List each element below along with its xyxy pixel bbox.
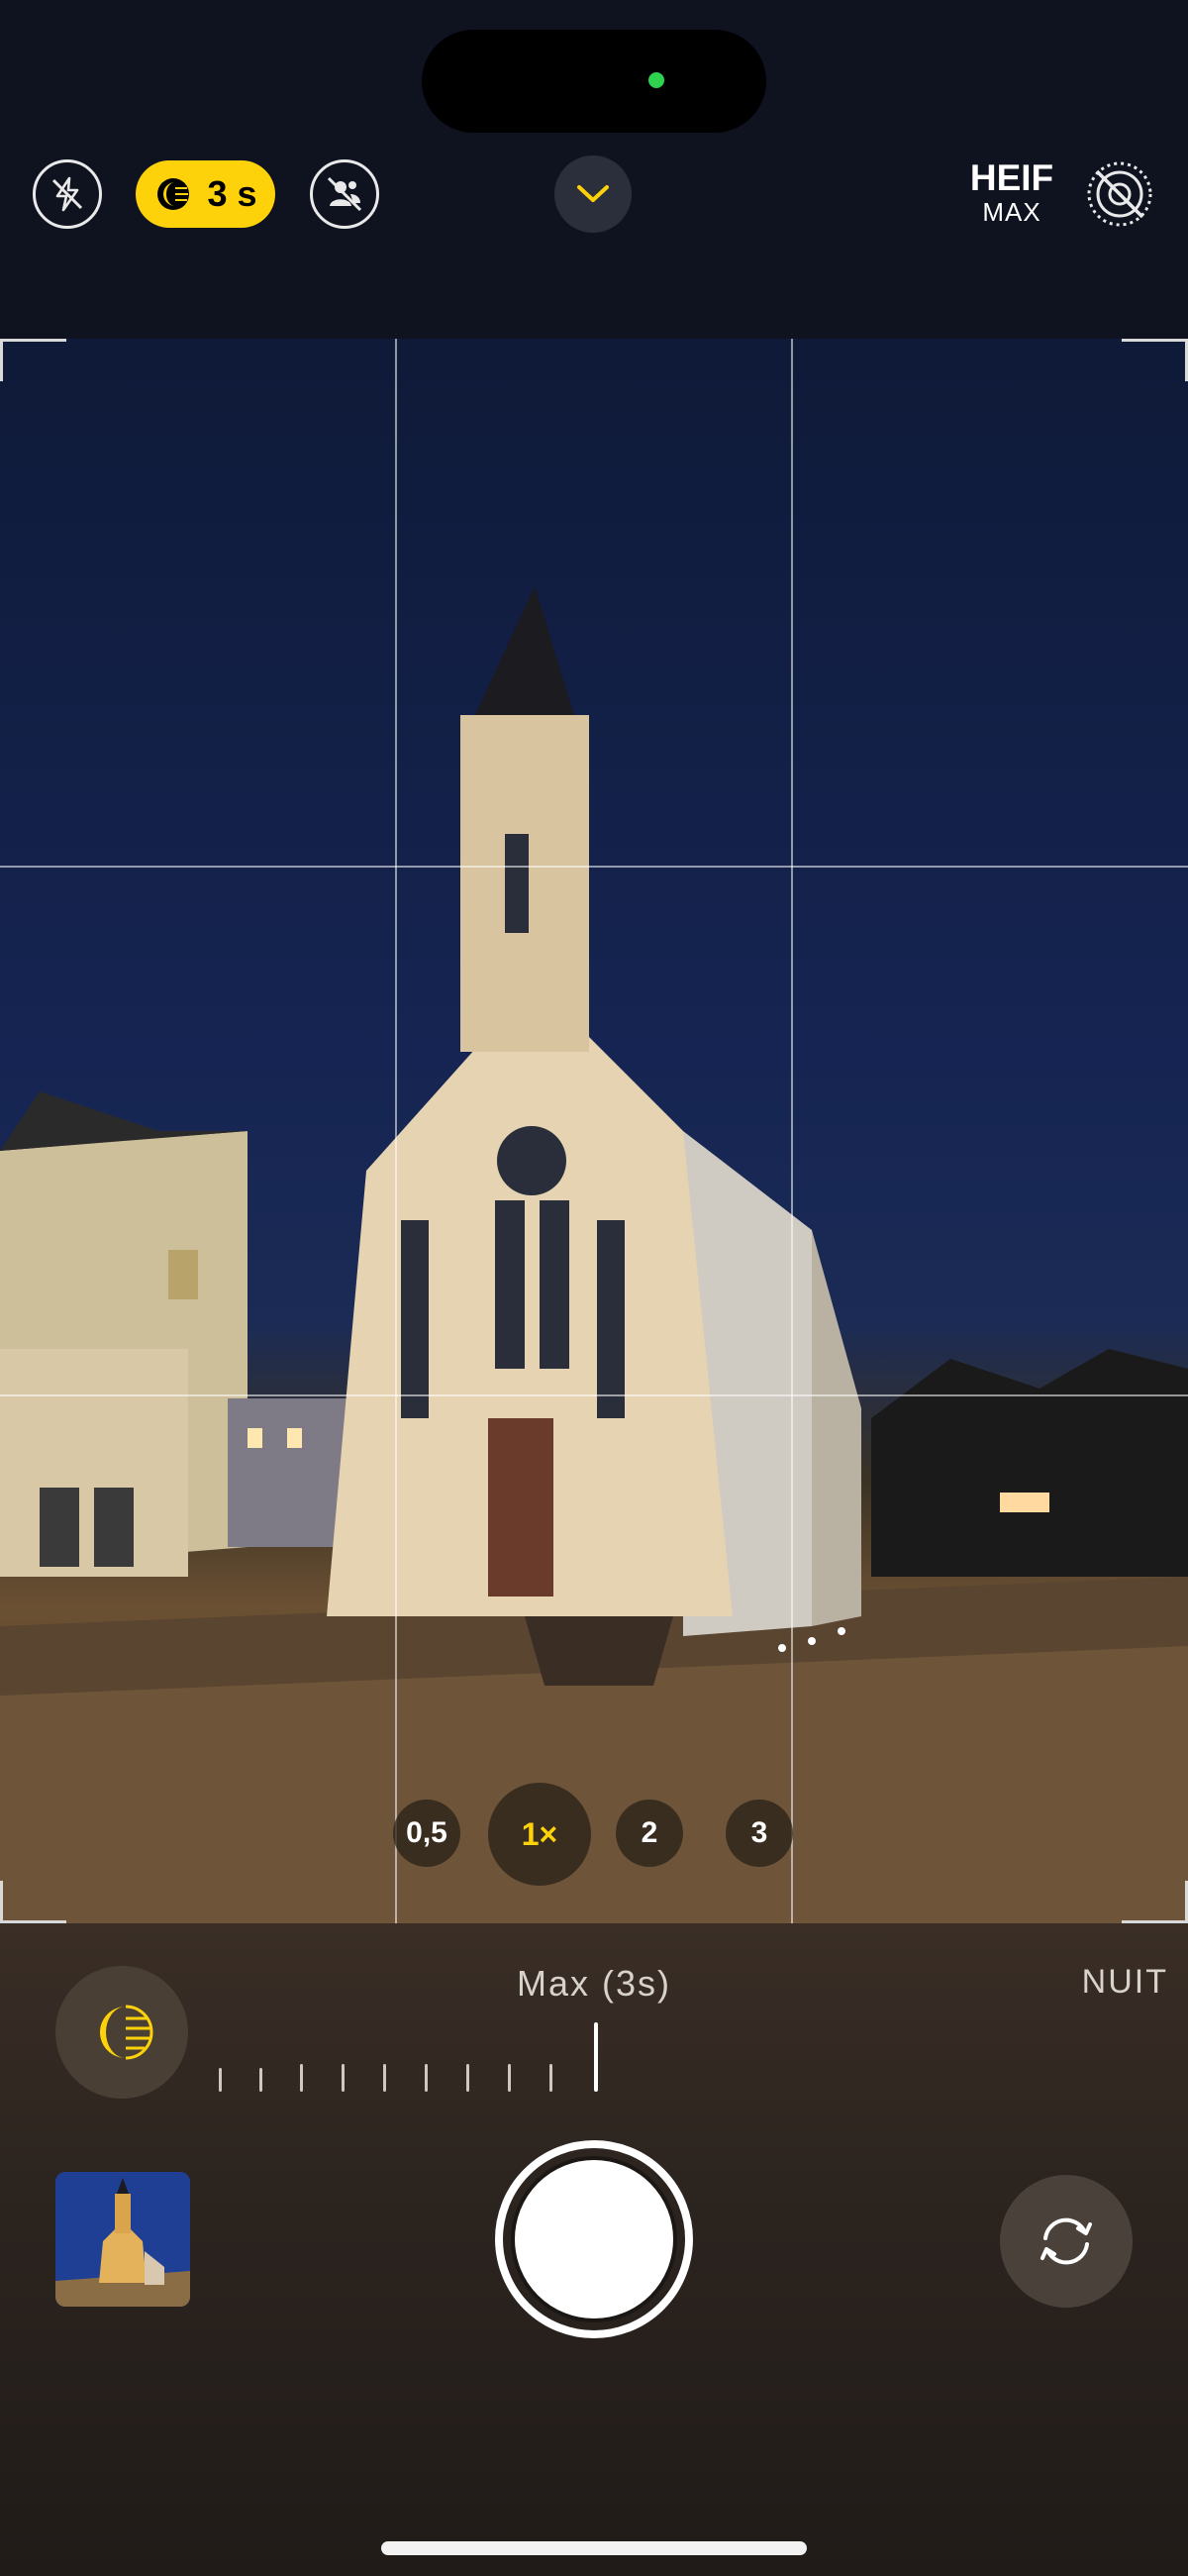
slider-tick [508, 2064, 511, 2092]
exposure-slider[interactable] [213, 2020, 609, 2100]
slider-indicator [594, 2022, 598, 2092]
home-indicator[interactable] [381, 2541, 807, 2555]
last-photo-thumbnail[interactable] [55, 2172, 190, 2307]
flip-camera-button[interactable] [1000, 2175, 1133, 2308]
shutter-inner [511, 2156, 677, 2322]
frame-corner-top-right [1122, 339, 1188, 381]
slider-tick [383, 2064, 386, 2092]
frame-corner-top-left [0, 339, 66, 381]
slider-tick [425, 2064, 428, 2092]
format-sublabel: MAX [982, 197, 1041, 227]
night-mode-toggle-button[interactable] [55, 1966, 188, 2099]
camera-flip-icon [1040, 2217, 1092, 2265]
night-mode-icon [100, 2005, 153, 2060]
slider-tick [219, 2068, 222, 2092]
slider-tick [259, 2068, 262, 2092]
format-button[interactable]: HEIF MAX [960, 157, 1063, 227]
night-mode-icon [157, 178, 190, 210]
zoom-2x-button[interactable]: 2 [616, 1800, 683, 1867]
slider-tick [466, 2064, 469, 2092]
slider-tick [342, 2064, 345, 2092]
zoom-label: 1× [521, 1815, 558, 1852]
flash-off-icon [51, 176, 83, 212]
frame-corner-bottom-right [1122, 1881, 1188, 1923]
zoom-label: 3 [750, 1816, 768, 1849]
zoom-3x-button[interactable]: 3 [726, 1800, 793, 1867]
grid-line-v2 [791, 339, 793, 1923]
flash-button[interactable] [33, 159, 102, 229]
dynamic-island [422, 30, 766, 133]
scene-church-night [0, 586, 1188, 1923]
zoom-label: 2 [641, 1816, 658, 1849]
zoom-1x-button[interactable]: 1× [488, 1783, 591, 1886]
night-mode-pill[interactable]: 3 s [136, 160, 275, 228]
slider-tick [300, 2064, 303, 2092]
live-button[interactable] [1085, 159, 1154, 229]
zoom-0-5-button[interactable]: 0,5 [393, 1800, 460, 1867]
grid-line-v1 [395, 339, 397, 1923]
live-off-icon [1087, 161, 1152, 227]
mode-label: NUIT [1081, 1963, 1168, 2001]
chevron-down-icon [577, 185, 609, 202]
grid-line-h1 [0, 866, 1188, 868]
exposure-time-label: Max (3s) [516, 1963, 671, 2004]
thumbnail-image [55, 2172, 190, 2307]
camera-in-use-indicator [648, 72, 664, 88]
grid-line-h2 [0, 1394, 1188, 1396]
night-mode-duration: 3 s [207, 173, 257, 214]
frame-corner-bottom-left [0, 1881, 66, 1923]
viewfinder[interactable]: 0,5 1× 2 3 [0, 339, 1188, 1923]
slider-tick [549, 2064, 552, 2092]
format-label: HEIF [969, 157, 1054, 198]
live-photo-button[interactable] [310, 159, 379, 229]
more-controls-button[interactable] [554, 155, 632, 233]
shutter-button[interactable] [495, 2140, 693, 2338]
live-photo-off-icon [327, 176, 362, 212]
zoom-label: 0,5 [406, 1816, 447, 1849]
